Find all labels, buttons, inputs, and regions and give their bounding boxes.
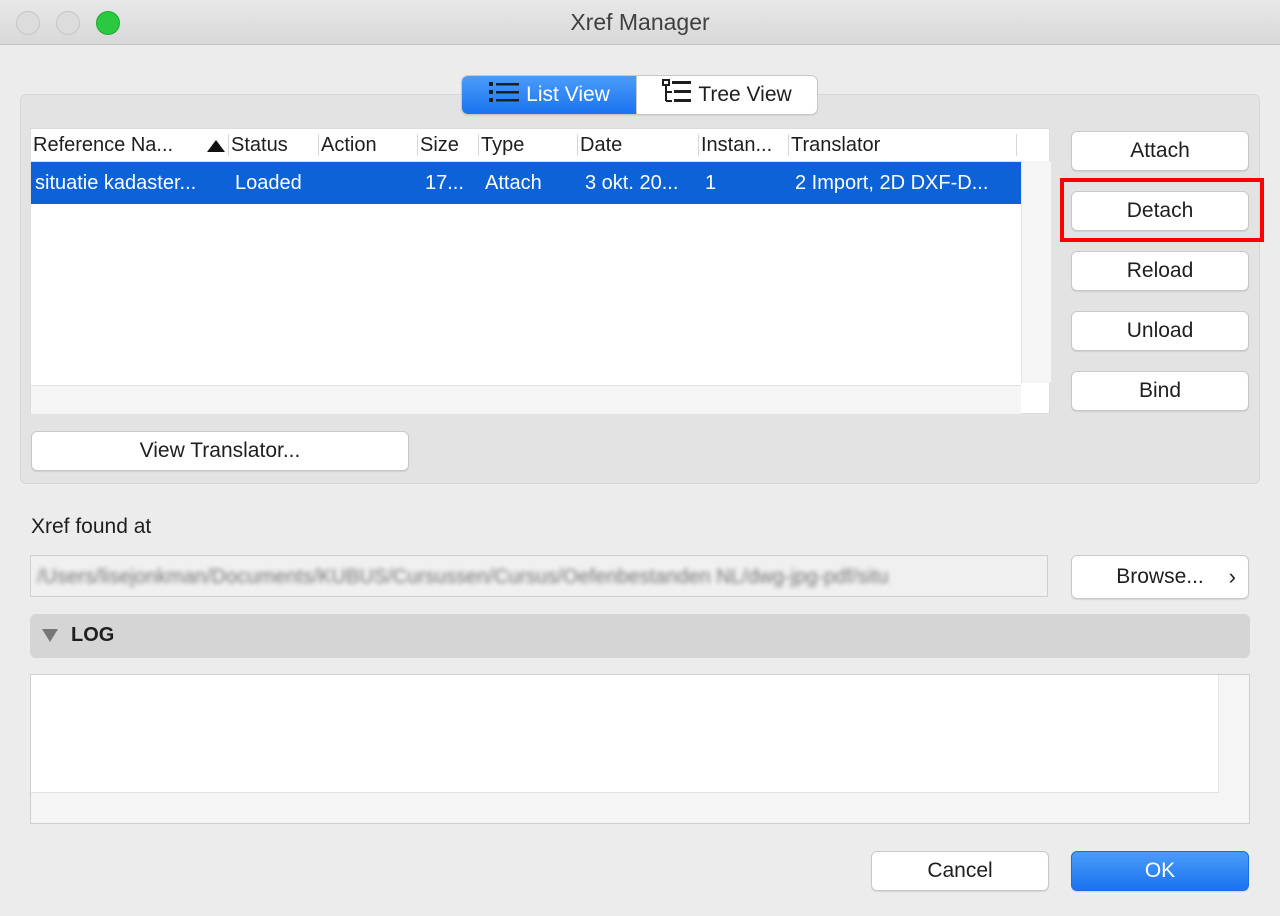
- column-header-status[interactable]: Status: [231, 129, 315, 161]
- xref-path-field[interactable]: /Users/lisejonkman/Documents/KUBUS/Cursu…: [30, 555, 1048, 597]
- attach-button[interactable]: Attach: [1071, 131, 1249, 171]
- xref-found-at-label: Xref found at: [31, 515, 152, 538]
- column-header-instances[interactable]: Instan...: [701, 129, 787, 161]
- tree-icon: [662, 79, 692, 111]
- tree-view-tab[interactable]: Tree View: [636, 76, 817, 114]
- window-title: Xref Manager: [570, 9, 710, 35]
- list-icon: [488, 80, 520, 110]
- log-label: LOG: [71, 624, 115, 646]
- log-vertical-scrollbar[interactable]: [1218, 675, 1249, 823]
- cell-instances: 1: [705, 172, 717, 194]
- detach-highlight-box: [1060, 178, 1264, 242]
- list-view-label: List View: [526, 83, 610, 106]
- column-header-action[interactable]: Action: [321, 129, 415, 161]
- column-header-date[interactable]: Date: [580, 129, 696, 161]
- xref-path-value: /Users/lisejonkman/Documents/KUBUS/Cursu…: [37, 566, 889, 588]
- tree-view-label: Tree View: [698, 83, 792, 106]
- disclosure-triangle-icon[interactable]: [42, 629, 58, 642]
- browse-button[interactable]: Browse... ›: [1071, 555, 1249, 599]
- ok-button[interactable]: OK: [1071, 851, 1249, 891]
- xref-table: Reference Na... Status Action Size Type …: [30, 128, 1051, 414]
- browse-label: Browse...: [1116, 565, 1204, 588]
- table-vertical-scrollbar[interactable]: [1021, 161, 1051, 383]
- cell-type: Attach: [485, 172, 542, 194]
- xref-manager-window: Xref Manager List View Tree View Referen…: [0, 0, 1280, 916]
- column-header-translator[interactable]: Translator: [791, 129, 1011, 161]
- cell-status: Loaded: [235, 172, 302, 194]
- cell-translator: 2 Import, 2D DXF-D...: [795, 172, 989, 194]
- cell-reference-name: situatie kadaster...: [35, 172, 197, 194]
- sort-ascending-icon[interactable]: [207, 140, 225, 152]
- table-row[interactable]: situatie kadaster... Loaded 17... Attach…: [31, 162, 1021, 204]
- cancel-button[interactable]: Cancel: [871, 851, 1049, 891]
- column-header-size[interactable]: Size: [420, 129, 476, 161]
- log-horizontal-scrollbar[interactable]: [31, 792, 1219, 823]
- list-view-tab[interactable]: List View: [462, 76, 636, 114]
- reload-button[interactable]: Reload: [1071, 251, 1249, 291]
- column-header-type[interactable]: Type: [481, 129, 575, 161]
- chevron-right-icon: ›: [1228, 564, 1236, 589]
- cell-size: 17...: [425, 172, 464, 194]
- log-disclosure[interactable]: LOG: [30, 614, 1250, 658]
- unload-button[interactable]: Unload: [1071, 311, 1249, 351]
- title-bar[interactable]: Xref Manager: [0, 0, 1280, 45]
- view-toggle: List View Tree View: [461, 75, 818, 115]
- table-horizontal-scrollbar[interactable]: [31, 385, 1021, 414]
- cell-date: 3 okt. 20...: [585, 172, 679, 194]
- table-header: Reference Na... Status Action Size Type …: [31, 129, 1021, 162]
- cell-action: [324, 162, 414, 204]
- log-text-area[interactable]: [30, 674, 1250, 824]
- bind-button[interactable]: Bind: [1071, 371, 1249, 411]
- column-header-reference-name[interactable]: Reference Na...: [33, 129, 203, 161]
- view-translator-button[interactable]: View Translator...: [31, 431, 409, 471]
